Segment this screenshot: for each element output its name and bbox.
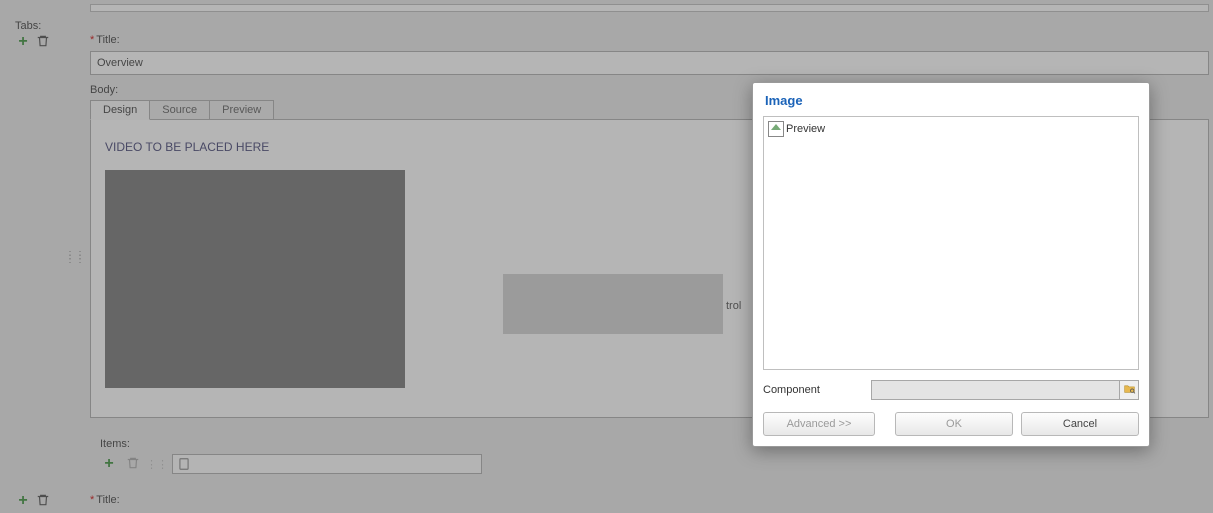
drag-handle-icon[interactable]: ⋮⋮⋮⋮ [65, 254, 85, 262]
add-item-button[interactable]: + [100, 455, 118, 473]
title-label: *Title: [90, 34, 120, 46]
body-label: Body: [90, 84, 118, 96]
add-tab-button[interactable]: + [15, 34, 31, 50]
broken-image-placeholder: Preview [768, 121, 825, 137]
item-input[interactable] [172, 454, 482, 474]
broken-image-icon [768, 121, 784, 137]
cancel-button[interactable]: Cancel [1021, 412, 1139, 436]
tab-preview[interactable]: Preview [209, 100, 274, 120]
ok-button[interactable]: OK [895, 412, 1013, 436]
image-dialog: Image Preview Component Advanced >> OK C… [752, 82, 1150, 447]
delete-item-button [124, 455, 142, 473]
delete-tab-button-2[interactable] [35, 493, 51, 509]
dialog-button-row: Advanced >> OK Cancel [763, 412, 1139, 436]
reorder-item-button: ⋮⋮ [148, 455, 166, 473]
component-row: Component [763, 380, 1139, 400]
dialog-title: Image [765, 93, 1137, 108]
trash-icon [36, 493, 50, 510]
tab-design[interactable]: Design [90, 100, 150, 120]
preview-alt-text: Preview [786, 123, 825, 135]
bottom-tabs-buttons: + [15, 493, 51, 509]
title-label-2: *Title: [90, 494, 120, 506]
video-placeholder-box[interactable] [105, 170, 405, 388]
title-field-area: *Title: Overview [90, 32, 1209, 75]
component-input[interactable] [871, 380, 1139, 400]
component-browse-button[interactable] [1119, 381, 1138, 399]
items-toolbar: + ⋮⋮ [100, 454, 1209, 474]
partial-text: trol [726, 300, 741, 312]
grip-icon: ⋮⋮ [146, 458, 168, 471]
image-preview-area: Preview [763, 116, 1139, 370]
plus-icon: + [18, 494, 27, 508]
top-strip [90, 4, 1209, 12]
items-label: Items: [100, 438, 130, 450]
document-icon [177, 457, 191, 471]
delete-tab-button[interactable] [35, 34, 51, 50]
tabs-label: Tabs: [15, 20, 41, 32]
plus-icon: + [18, 35, 27, 49]
inline-grey-block [503, 274, 723, 334]
body-placeholder-text: VIDEO TO BE PLACED HERE [105, 140, 269, 154]
title-input[interactable]: Overview [90, 51, 1209, 75]
plus-icon: + [104, 457, 113, 471]
trash-icon [126, 456, 140, 473]
tab-source[interactable]: Source [149, 100, 210, 120]
advanced-button[interactable]: Advanced >> [763, 412, 875, 436]
add-tab-button-2[interactable]: + [15, 493, 31, 509]
component-label: Component [763, 384, 863, 396]
folder-search-icon [1123, 382, 1136, 398]
trash-icon [36, 34, 50, 51]
tabs-buttons: + [15, 34, 51, 50]
